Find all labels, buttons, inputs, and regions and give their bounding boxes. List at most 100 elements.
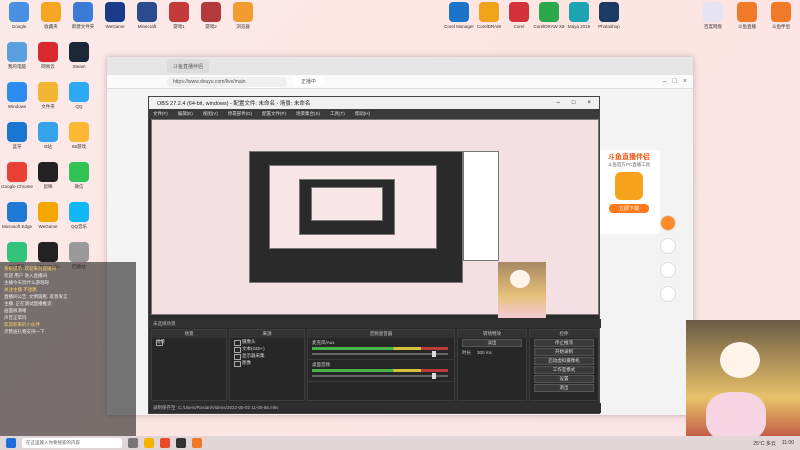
desktop-icon-left-9[interactable]: Google Chrome (0, 162, 34, 189)
desktop-icon-left-2[interactable]: Steam (62, 42, 96, 69)
desktop-icon-right-6[interactable]: 百度网盘 (696, 2, 730, 29)
nested-ad (463, 151, 499, 261)
chat-message: 欢迎新来的小伙伴 (4, 322, 40, 327)
desktop-icon-right-2[interactable]: Corel (502, 2, 536, 29)
address-bar[interactable]: https://www.douyu.com/live/main (167, 76, 287, 87)
app-icon (7, 242, 27, 262)
desktop-icon-right-3[interactable]: CorelDRAW X8 (532, 2, 566, 29)
desktop-icon-right-7[interactable]: 斗鱼直播 (730, 2, 764, 29)
desktop-icon-left-5[interactable]: QQ (62, 82, 96, 109)
close-icon[interactable]: × (683, 78, 687, 85)
desktop-icon-left-13[interactable]: WeGame (31, 202, 65, 229)
desktop-icon-left-10[interactable]: 剪映 (31, 162, 65, 189)
desktop-icon-right-4[interactable]: Maya 2019 (562, 2, 596, 29)
start-icon[interactable] (6, 438, 16, 448)
douyu-icon[interactable] (192, 438, 202, 448)
desktop-icon-left-14[interactable]: QQ音乐 (62, 202, 96, 229)
desktop-icon-top-7[interactable]: 浏览器 (226, 2, 260, 29)
home-icon[interactable] (660, 238, 676, 254)
obs-menu-item[interactable]: 帮助(H) (355, 111, 370, 117)
desktop-icon-label: Maya 2019 (567, 24, 591, 29)
play-icon[interactable] (660, 215, 676, 231)
obs-control-button[interactable]: 退出 (534, 384, 594, 392)
taskbar: 在这里输入你要搜索的内容 25°C 多云 11:00 (0, 436, 800, 450)
desktop-icon-right-1[interactable]: CorelDRAW (472, 2, 506, 29)
obs-control-button[interactable]: 设置 (534, 375, 594, 383)
source-item[interactable]: 图像 (230, 359, 304, 367)
obs-menu-item[interactable]: 停靠部件(D) (228, 111, 252, 117)
source-item[interactable]: 摄像头 (230, 338, 304, 346)
weather[interactable]: 25°C 多云 (753, 440, 776, 447)
desktop-icon-left-4[interactable]: 文件夹 (31, 82, 65, 109)
app-icon (38, 162, 58, 182)
desktop-icon-left-6[interactable]: 蓝牙 (0, 122, 34, 149)
app-icon (38, 202, 58, 222)
minimize-icon[interactable]: – (557, 100, 560, 106)
mixer-channel-label: 麦克风/Aux (312, 340, 335, 345)
desktop-icon-left-11[interactable]: 微信 (62, 162, 96, 189)
desktop-icon-left-1[interactable]: 网易云 (31, 42, 65, 69)
obs-control-button[interactable]: 启动虚拟摄像机 (534, 357, 594, 365)
obs-status-bar: 录制保存至: C:/Users/Roxian/Videos/2022-05-02… (149, 403, 601, 413)
obs-menu-item[interactable]: 场景集合(S) (296, 111, 320, 117)
browser-tab[interactable]: 斗鱼直播伴侣 (167, 59, 210, 73)
maximize-icon[interactable]: □ (673, 78, 677, 85)
maximize-icon[interactable]: □ (572, 100, 576, 106)
browser-icon[interactable] (160, 438, 170, 448)
obs-control-button[interactable]: 开始录制 (534, 348, 594, 356)
desktop-icon-left-0[interactable]: 我的电脑 (0, 42, 34, 69)
app-icon (69, 202, 89, 222)
source-item[interactable]: 显示器采集 (230, 352, 304, 360)
chat-message: 欢迎 用户 进入直播间 (4, 273, 47, 278)
desktop-icon-right-0[interactable]: Corel Manager (442, 2, 476, 29)
source-item[interactable]: 文本(GDI+) (230, 345, 304, 353)
desktop-icon-label: Windows (7, 104, 27, 109)
obs-menu-item[interactable]: 工具(T) (330, 111, 345, 117)
desktop-icon-label: 浏览器 (236, 24, 250, 29)
desktop-icon-top-1[interactable]: 收藏夹 (34, 2, 68, 29)
obs-icon[interactable] (176, 438, 186, 448)
desktop-icon-label: Steam (72, 64, 86, 69)
desktop-icon-right-8[interactable]: 斗鱼伴侣 (764, 2, 798, 29)
desktop-icon-top-2[interactable]: 新建文件夹 (66, 2, 100, 29)
obs-menu-item[interactable]: 编辑(E) (178, 111, 193, 117)
obs-control-button[interactable]: 停止推流 (534, 339, 594, 347)
browser-tab-2[interactable]: 正播中 (293, 77, 325, 86)
obs-menu-item[interactable]: 配置文件(P) (262, 111, 286, 117)
desktop-icon-left-12[interactable]: Microsoft Edge (0, 202, 34, 229)
desktop-icon-top-3[interactable]: WeGame (98, 2, 132, 29)
browser-titlebar: 斗鱼直播伴侣 (107, 57, 693, 75)
obs-title: OBS 27.2.4 (64-bit, windows) - 配置文件: 未命名… (157, 101, 311, 107)
desktop-icon-left-7[interactable]: B站 (31, 122, 65, 149)
file-explorer-icon[interactable] (144, 438, 154, 448)
duration-value[interactable]: 300 ms (477, 350, 492, 356)
clock[interactable]: 11:00 (782, 440, 794, 447)
volume-slider[interactable] (312, 373, 448, 379)
scene-item[interactable]: 场景 (152, 338, 226, 346)
obs-menu-item[interactable]: 文件(F) (153, 111, 168, 117)
desktop-icon-left-3[interactable]: Windows (0, 82, 34, 109)
transitions-dock-header: 转场特效 (458, 330, 526, 338)
headset-icon[interactable] (660, 286, 676, 302)
mixer-channel: 桌面音频 (308, 360, 454, 382)
desktop-icon-right-5[interactable]: Photoshop (592, 2, 626, 29)
task-view-icon[interactable] (128, 438, 138, 448)
transition-select[interactable]: 淡出 (462, 339, 522, 347)
desktop-icon-left-8[interactable]: 66游戏 (62, 122, 96, 149)
desktop-icon-top-0[interactable]: Google (2, 2, 36, 29)
obs-control-button[interactable]: 工作室模式 (534, 366, 594, 374)
obs-menu-item[interactable]: 视图(V) (203, 111, 218, 117)
desktop-icon-label: QQ音乐 (70, 224, 87, 229)
desktop-icon-top-6[interactable]: 游戏2 (194, 2, 228, 29)
download-button[interactable]: 立即下载 (609, 204, 649, 213)
gamepad-icon[interactable] (660, 262, 676, 278)
desktop-icon-top-4[interactable]: Minecraft (130, 2, 164, 29)
taskbar-search[interactable]: 在这里输入你要搜索的内容 (22, 438, 122, 448)
volume-slider[interactable] (312, 351, 448, 357)
close-icon[interactable]: × (587, 100, 591, 106)
chat-message: 系统提示: 欢迎来到直播间 (4, 266, 56, 271)
chat-message: 画面很清晰 (4, 308, 27, 313)
minimize-icon[interactable]: – (663, 78, 667, 85)
chat-message: 主播今天玩什么游戏呀 (4, 280, 49, 285)
desktop-icon-top-5[interactable]: 游戏1 (162, 2, 196, 29)
